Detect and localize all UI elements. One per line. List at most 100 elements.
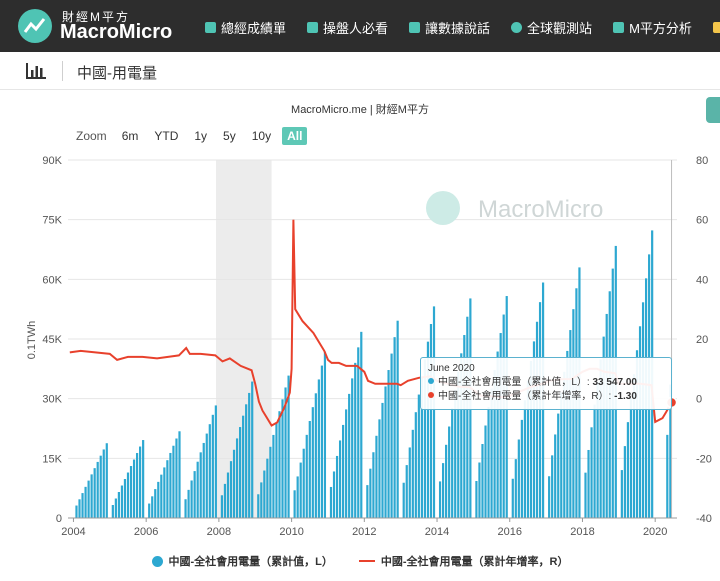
bar — [199, 452, 202, 518]
bar — [139, 446, 142, 518]
bar — [551, 455, 554, 518]
watermark-text: MacroMicro — [478, 196, 603, 223]
legend-item-yoy[interactable]: 中國-全社會用電量（累計年增率，R） — [358, 553, 569, 569]
left-axis-tick-label: 0 — [56, 513, 62, 525]
bar — [554, 434, 557, 518]
bar — [163, 467, 166, 518]
bar — [590, 427, 593, 518]
bar — [620, 470, 623, 518]
bar — [342, 424, 345, 518]
bar — [520, 419, 523, 518]
bar — [432, 306, 436, 518]
bar — [135, 453, 139, 518]
bar — [278, 411, 281, 518]
bar — [102, 449, 105, 518]
bar — [96, 461, 99, 518]
bar — [348, 393, 351, 518]
bar — [417, 394, 420, 518]
left-axis-title: 0.1TWh — [26, 321, 38, 360]
bar — [132, 459, 136, 518]
bar — [305, 434, 308, 518]
bar — [187, 489, 190, 518]
bar — [172, 445, 175, 518]
bar — [438, 481, 442, 518]
bar — [242, 415, 245, 518]
bar — [148, 503, 151, 518]
bar — [378, 419, 381, 518]
bar — [308, 421, 311, 518]
bar — [157, 481, 160, 518]
bar — [448, 426, 451, 518]
bar — [272, 434, 275, 518]
bar — [317, 379, 320, 518]
chart-legend: 中國-全社會用電量（累計值，L） 中國-全社會用電量（累計年增率，R） — [0, 553, 720, 569]
bar — [81, 493, 84, 518]
bar — [357, 347, 360, 518]
bar — [384, 386, 387, 518]
bar — [623, 446, 626, 518]
bar — [223, 483, 227, 518]
bar — [105, 443, 108, 518]
bar — [311, 407, 314, 518]
tooltip-row-cumulative: 中國-全社會用電量（累計值，L）: 33 547.00 — [428, 376, 664, 390]
bar — [535, 321, 539, 518]
bar — [445, 444, 448, 518]
bar — [269, 446, 272, 518]
bar — [641, 302, 645, 518]
x-axis-tick-label: 2008 — [207, 526, 231, 538]
bar — [245, 404, 248, 518]
left-axis-tick-label: 60K — [42, 274, 62, 286]
chart-tooltip: June 2020 中國-全社會用電量（累計值，L）: 33 547.00 中國… — [420, 357, 672, 410]
bar — [538, 302, 542, 518]
bar — [111, 505, 114, 518]
tooltip-row-yoy: 中國-全社會用電量（累計年增率，R）: -1.30 — [428, 390, 664, 404]
bar — [626, 422, 630, 518]
legend-item-cumulative[interactable]: 中國-全社會用電量（累計值，L） — [151, 553, 333, 569]
bar — [414, 412, 417, 518]
bar — [593, 404, 596, 518]
bar — [90, 474, 93, 518]
bar — [360, 331, 363, 518]
bar — [572, 309, 575, 518]
electricity-chart: 0 -40 15K -20 30K 0 45K 20 60K 40 75K 60 90K 80 MacroM… — [26, 155, 712, 538]
bar — [466, 316, 469, 518]
bar — [335, 455, 339, 518]
right-axis-tick-label: -40 — [696, 513, 712, 525]
bar — [293, 490, 296, 518]
bar — [487, 407, 490, 518]
bar — [142, 440, 145, 518]
bar — [441, 463, 445, 518]
tooltip-series2-label: 中國-全社會用電量（累計年增率，R）: — [438, 391, 612, 402]
right-axis-tick-label: 20 — [696, 334, 708, 346]
bar — [314, 393, 317, 518]
x-axis-tick-label: 2012 — [352, 526, 376, 538]
x-axis-tick-label: 2006 — [134, 526, 158, 538]
x-axis-tick-label: 2014 — [425, 526, 449, 538]
bar — [220, 495, 224, 518]
left-axis-tick-label: 75K — [42, 215, 62, 227]
bar — [638, 326, 642, 518]
bar — [175, 438, 178, 518]
x-axis-tick-label: 2018 — [570, 526, 594, 538]
x-axis-tick-label: 2020 — [643, 526, 667, 538]
bar — [478, 462, 481, 518]
bar — [560, 392, 563, 518]
watermark-logo-icon — [426, 191, 460, 225]
bar — [451, 408, 454, 518]
bar — [381, 402, 384, 518]
left-axis-tick-label: 30K — [42, 394, 62, 406]
left-axis-tick-label: 45K — [42, 334, 62, 346]
bar — [405, 465, 408, 518]
bar — [196, 461, 199, 518]
bar — [190, 480, 193, 518]
tooltip-date: June 2020 — [428, 363, 475, 374]
bar — [129, 466, 133, 518]
bar — [235, 438, 239, 518]
bar — [402, 482, 405, 518]
line-legend-icon — [358, 560, 375, 562]
bar — [208, 424, 211, 518]
bar — [517, 439, 520, 518]
right-axis-tick-label: 80 — [696, 155, 708, 167]
bar — [375, 435, 378, 518]
bar — [629, 398, 633, 518]
